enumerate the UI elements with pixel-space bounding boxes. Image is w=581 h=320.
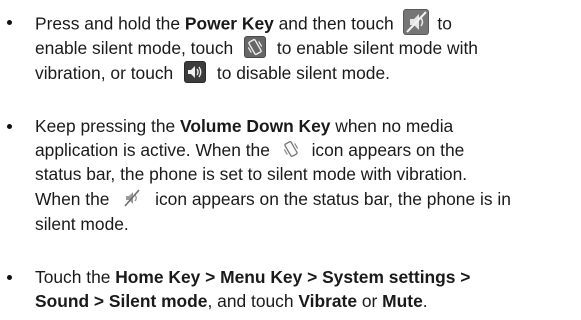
text-run: Keep pressing the [35,116,181,136]
line: application is active. When the icon app… [35,140,464,161]
text-run: and then touch [273,13,399,34]
text-run: to disable silent mode. [212,63,390,83]
bullet-dot [7,124,12,129]
text-run: application is active. When the [35,140,275,160]
line: vibration, or touch to disable silent mo… [35,61,390,85]
text-run: Press and hold the [35,13,185,34]
text-run: , and touch [207,291,299,311]
line: status bar, the phone is set to silent m… [35,164,467,184]
power-key-label: Power Key [184,13,274,34]
text-run: or [357,291,383,311]
line: enable silent mode, touch to enable sile… [35,36,478,60]
text-run: icon appears on the status bar, the phon… [150,189,511,209]
sound-path-label: Sound > Silent mode [35,291,208,311]
text-run: Touch the [35,267,116,287]
text-run: status bar, the phone is set to silent m… [35,164,468,184]
vibrate-option-label: Vibrate [298,291,358,311]
volume-down-key-label: Volume Down Key [180,116,331,136]
text-run: when no media [330,116,454,136]
text-run: icon appears on the [306,140,465,160]
text-run: to enable silent mode with [272,38,478,58]
line: Press and hold the Power Key and then to… [35,9,452,38]
silent-mode-icon [402,9,429,35]
text-run: silent mode. [35,214,129,234]
line: When the icon appears on the status bar,… [35,189,511,210]
bullet-dot [7,20,12,25]
text-run: When the [35,189,115,209]
menu-path-label: Home Key > Menu Key > System settings > [115,267,471,287]
line: silent mode. [35,214,129,234]
line: Sound > Silent mode, and touch Vibrate o… [35,291,428,311]
text-run: to [432,13,452,34]
vibrate-mode-icon [244,36,267,59]
bullet-dot [7,275,12,280]
line: Keep pressing the Volume Down Key when n… [35,116,453,136]
text-run: vibration, or touch [35,63,179,83]
silent-status-icon [122,188,142,208]
vibrate-status-icon [281,139,301,159]
sound-on-icon [184,61,207,84]
mute-option-label: Mute [382,291,423,311]
text-run: . [422,291,428,311]
text-run: enable silent mode, touch [35,38,239,58]
instruction-list: Press and hold the Power Key and then to… [0,0,581,320]
line: Touch the Home Key > Menu Key > System s… [35,267,470,287]
